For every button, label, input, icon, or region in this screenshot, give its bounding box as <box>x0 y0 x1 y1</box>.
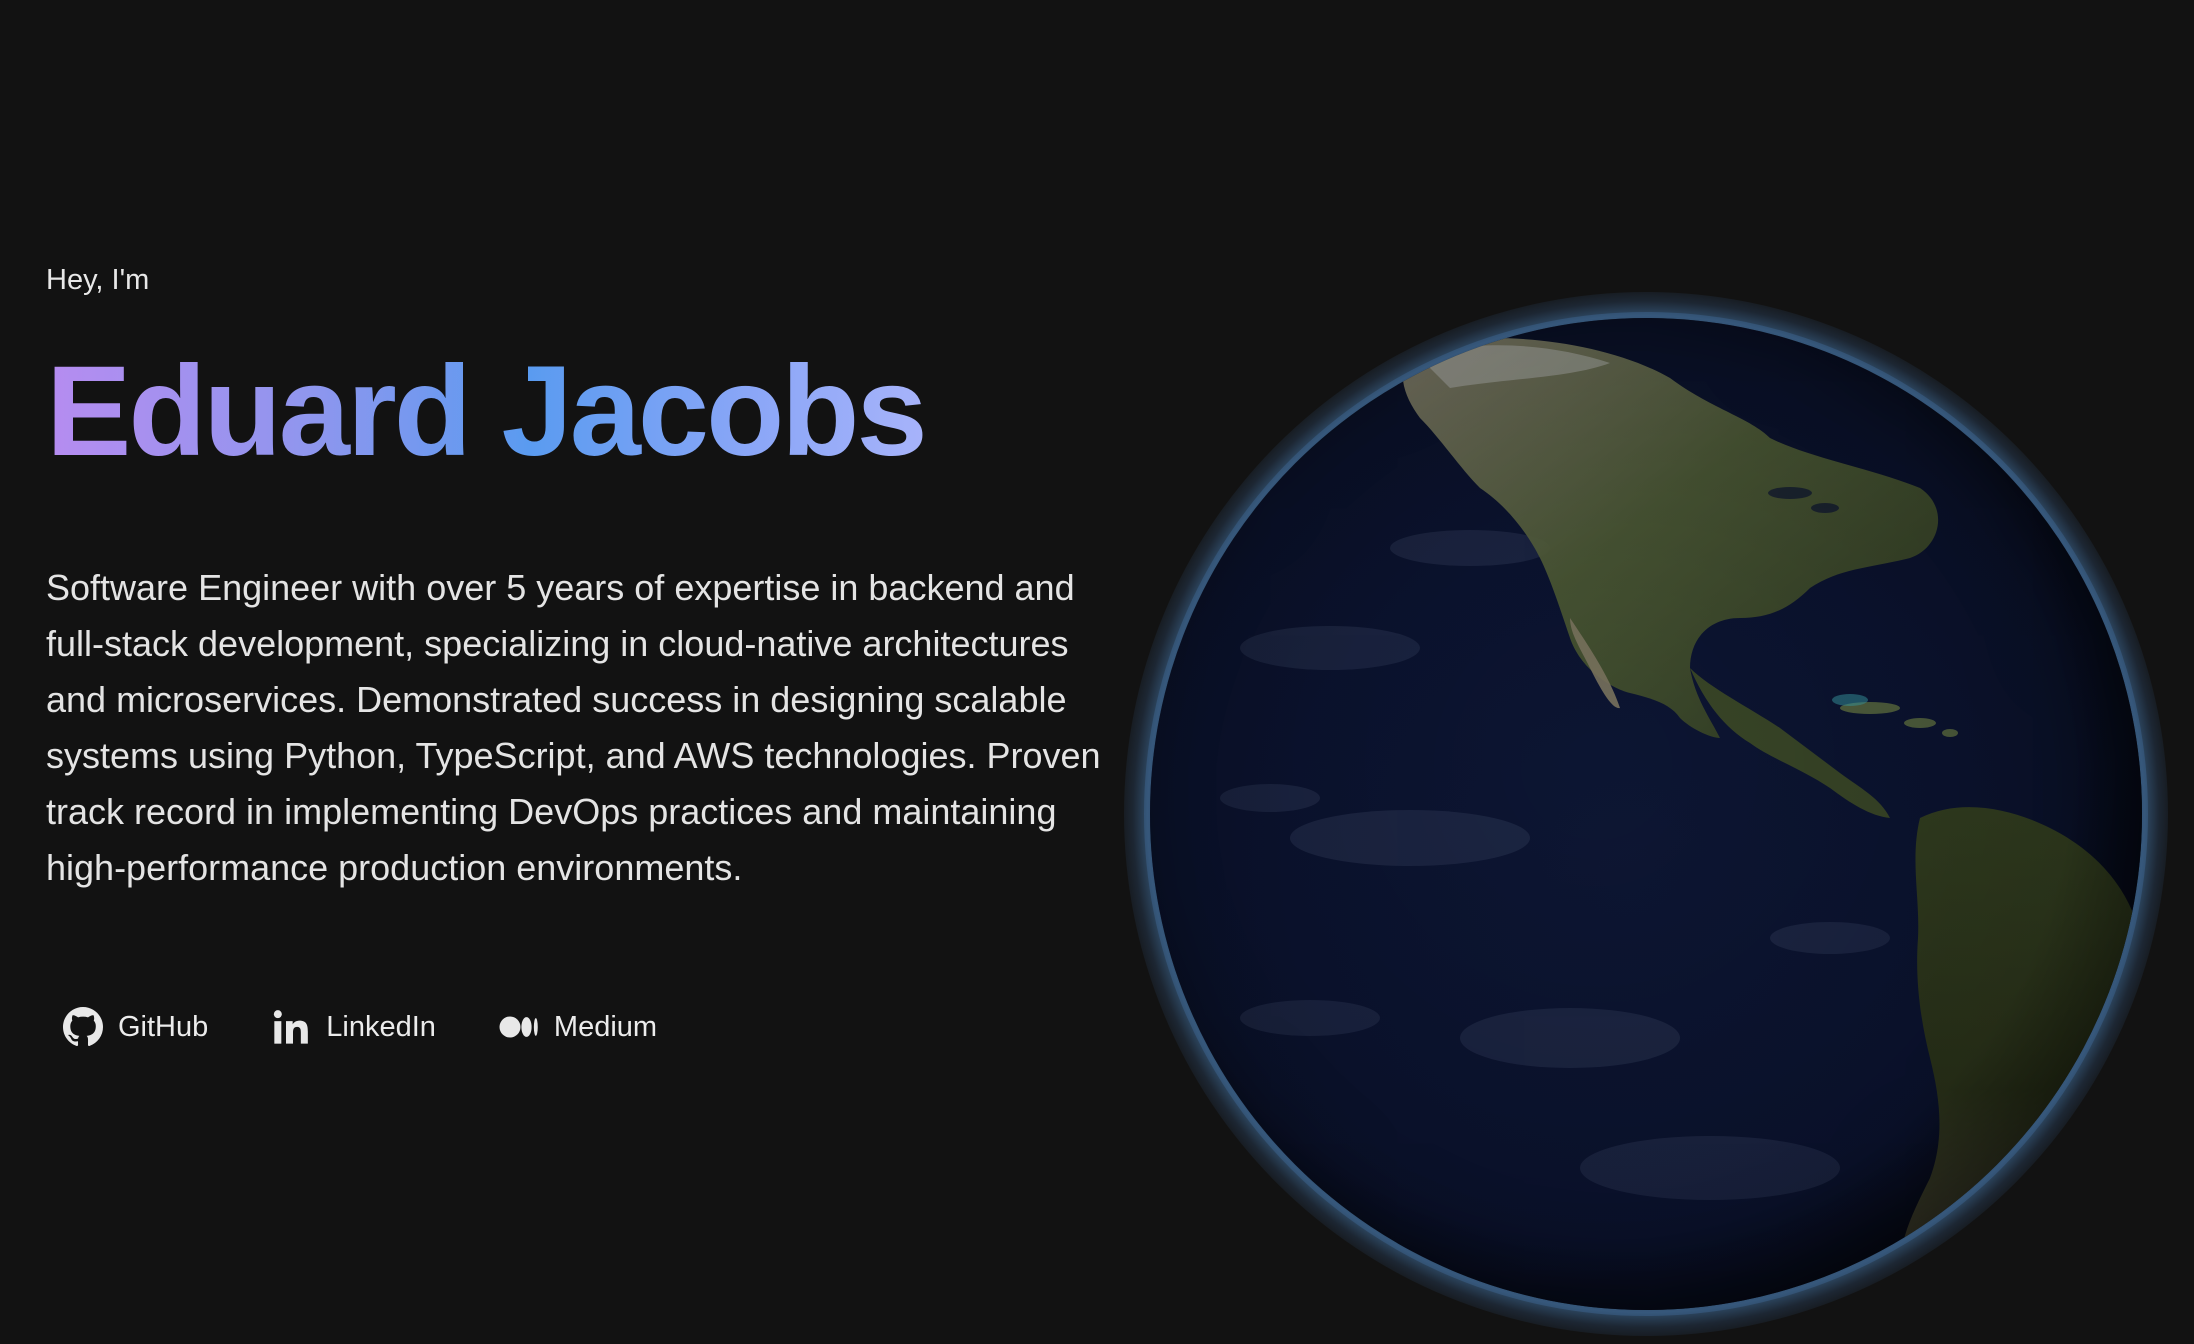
medium-icon <box>498 1006 540 1048</box>
github-label: GitHub <box>118 1010 209 1043</box>
medium-link[interactable]: Medium <box>482 996 673 1058</box>
linkedin-label: LinkedIn <box>326 1010 436 1043</box>
globe-map <box>1150 318 2142 1310</box>
globe-sphere <box>1150 318 2142 1310</box>
hero-name-heading: Eduard Jacobs <box>46 340 928 483</box>
hero-page: Hey, I'm Eduard Jacobs Software Engineer… <box>0 0 2194 1344</box>
greeting-text: Hey, I'm <box>46 264 150 296</box>
github-link[interactable]: GitHub <box>46 996 224 1058</box>
linkedin-icon <box>270 1006 312 1048</box>
bio-paragraph: Software Engineer with over 5 years of e… <box>46 567 1101 888</box>
hero-intro: Hey, I'm Eduard Jacobs Software Engineer… <box>46 258 1126 1058</box>
earth-globe[interactable] <box>1124 292 2168 1336</box>
medium-label: Medium <box>553 1010 658 1043</box>
social-links: GitHub LinkedIn Medium <box>46 996 1126 1058</box>
linkedin-link[interactable]: LinkedIn <box>254 996 452 1058</box>
github-icon <box>62 1006 104 1048</box>
